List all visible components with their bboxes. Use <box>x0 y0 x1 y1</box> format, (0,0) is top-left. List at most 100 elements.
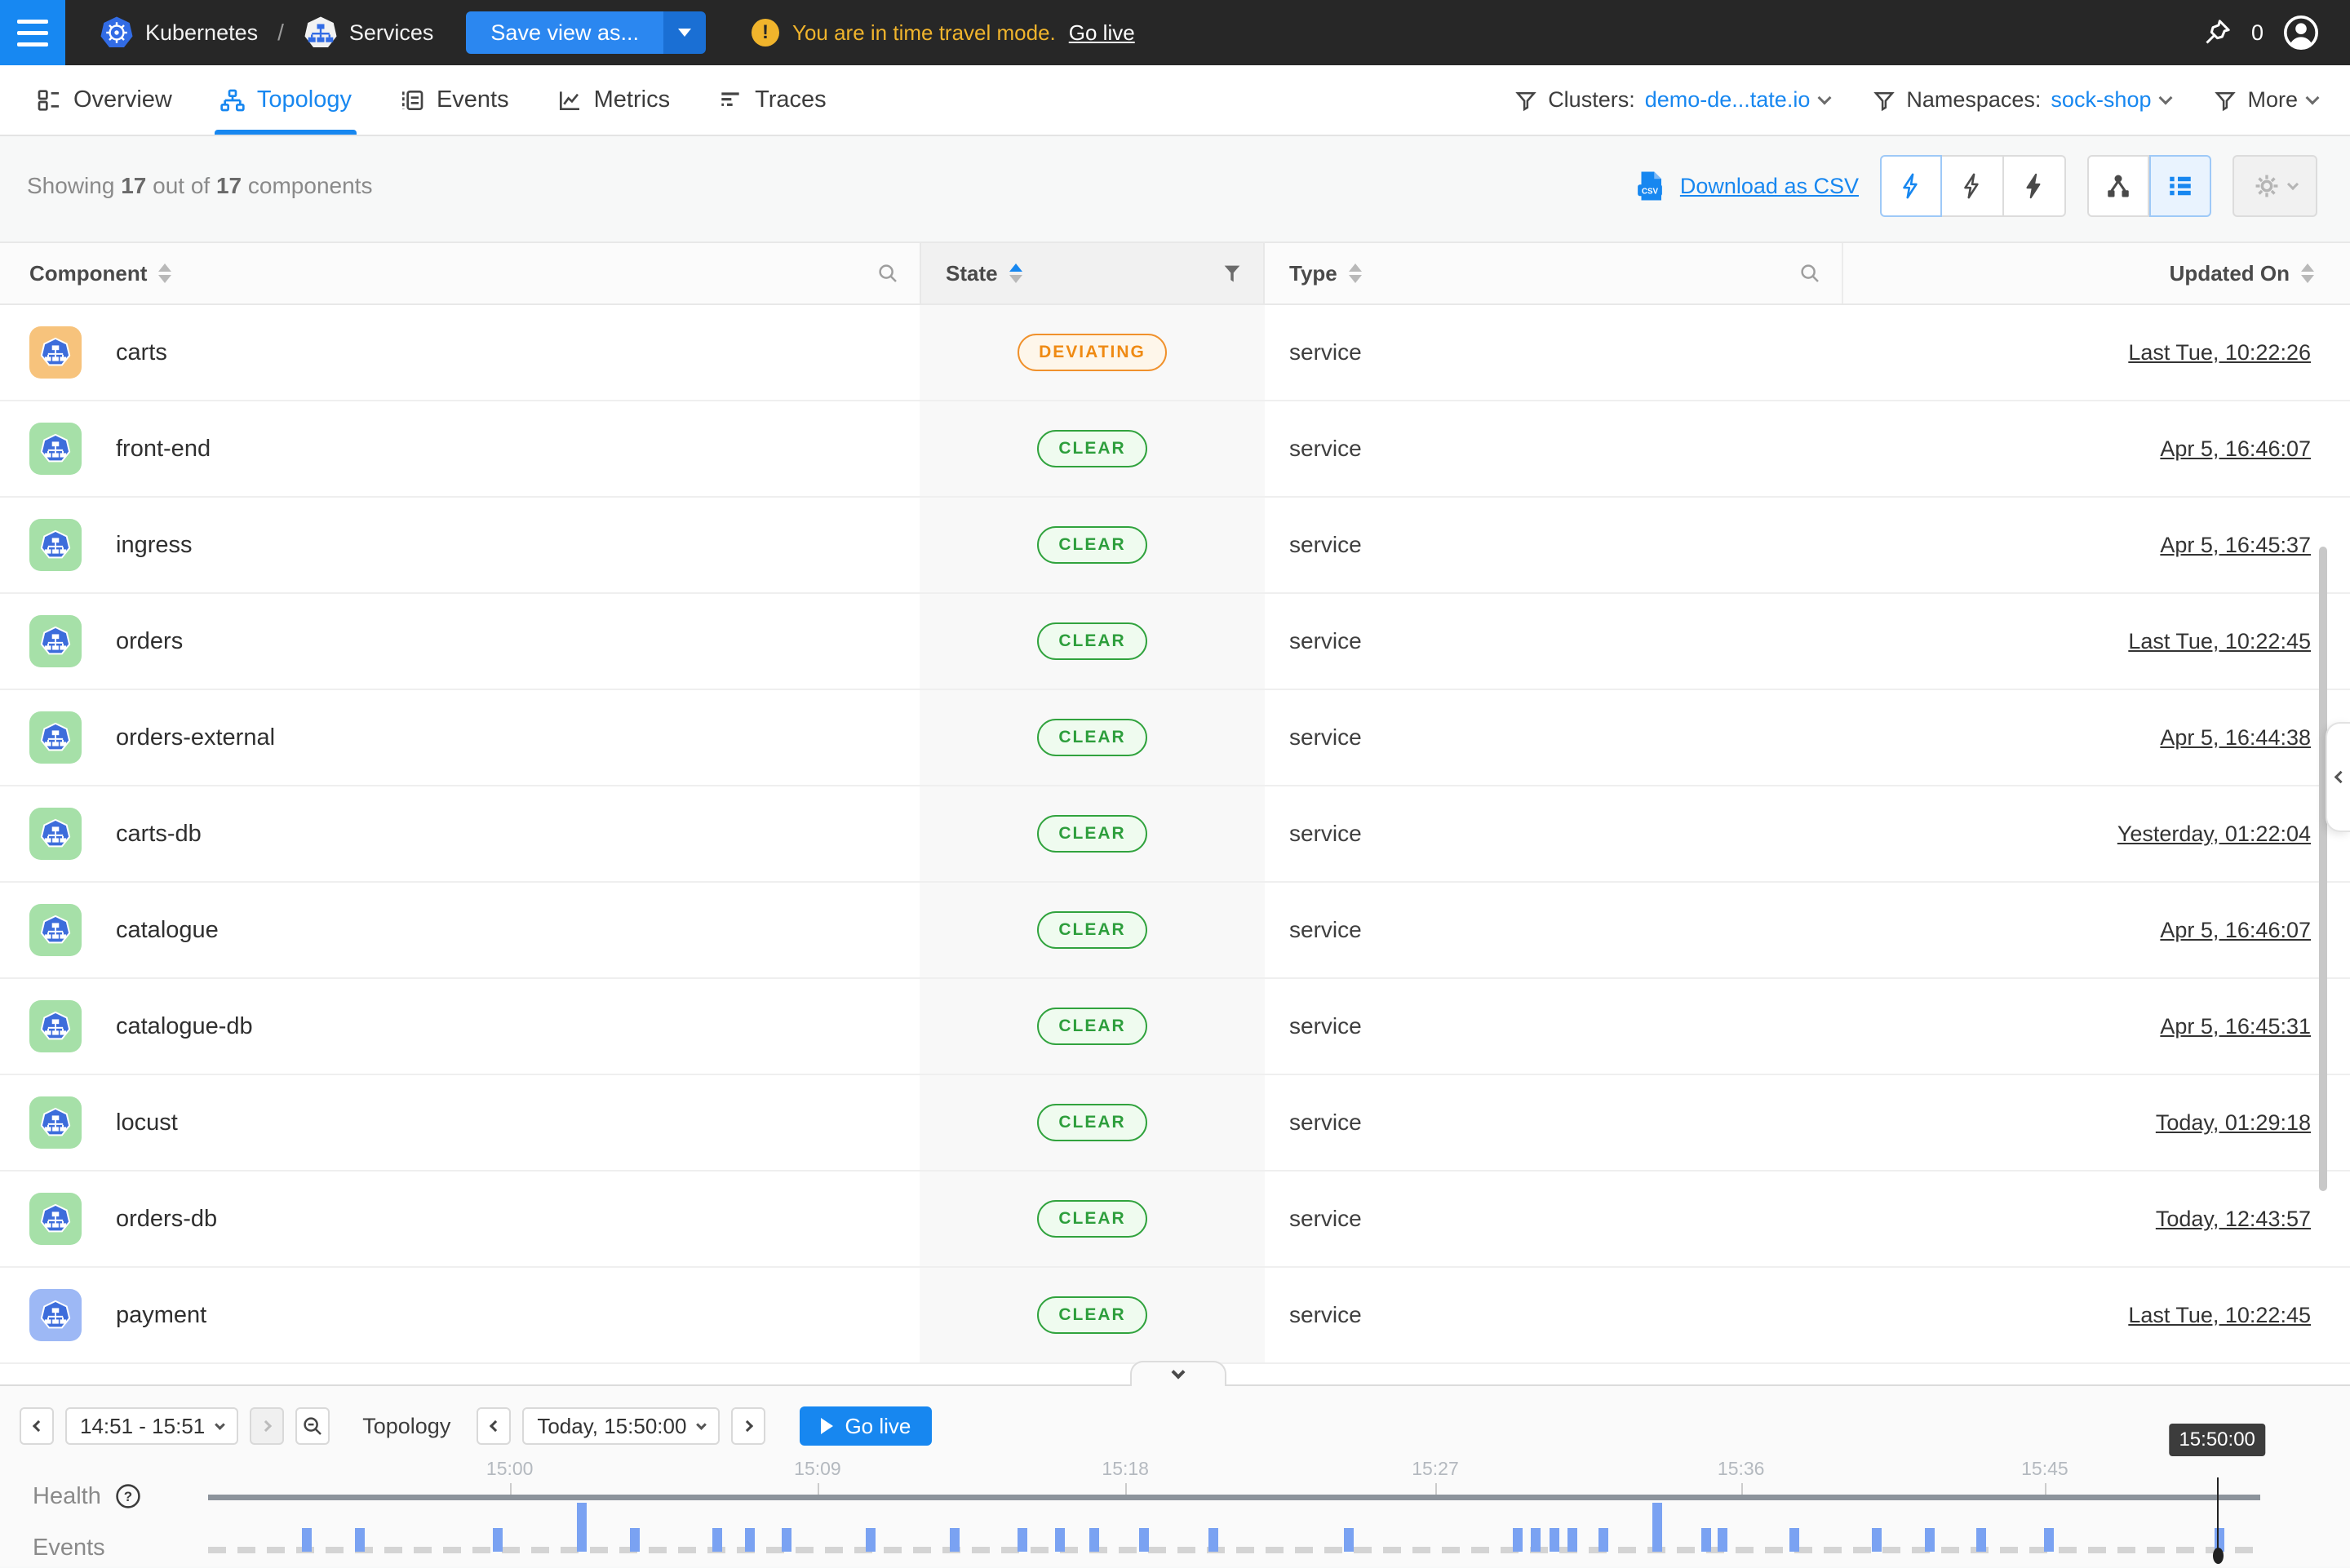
event-bar[interactable] <box>950 1528 960 1552</box>
updated-on-link[interactable]: Apr 5, 16:46:07 <box>2160 436 2311 462</box>
event-bar[interactable] <box>493 1528 503 1552</box>
show-problems-outline-dark-button[interactable] <box>1942 155 2004 217</box>
user-avatar-button[interactable] <box>2281 13 2321 52</box>
playhead-handle[interactable] <box>2213 1548 2224 1564</box>
event-bar[interactable] <box>1055 1528 1065 1552</box>
event-bar[interactable] <box>1789 1528 1799 1552</box>
download-csv-link[interactable]: CSV Download as CSV <box>1633 169 1859 203</box>
table-row[interactable]: ingress CLEAR service Apr 5, 16:45:37 <box>0 498 2350 594</box>
save-view-caret-button[interactable] <box>663 11 706 54</box>
event-bar[interactable] <box>1976 1528 1986 1552</box>
range-back-button[interactable] <box>20 1407 54 1445</box>
component-cell[interactable]: orders <box>0 594 920 689</box>
event-bar[interactable] <box>1089 1528 1099 1552</box>
table-row[interactable]: locust CLEAR service Today, 01:29:18 <box>0 1075 2350 1172</box>
component-cell[interactable]: orders-external <box>0 690 920 785</box>
event-bar[interactable] <box>1018 1528 1027 1552</box>
show-problems-filled-button[interactable] <box>2004 155 2066 217</box>
event-bar[interactable] <box>1531 1528 1541 1552</box>
table-row[interactable]: catalogue-db CLEAR service Apr 5, 16:45:… <box>0 979 2350 1075</box>
column-header-type[interactable]: Type <box>1265 243 1842 303</box>
namespaces-filter[interactable]: Namespaces: sock-shop <box>1872 87 2170 113</box>
event-bar[interactable] <box>1139 1528 1149 1552</box>
event-bar[interactable] <box>577 1503 587 1552</box>
component-name[interactable]: ingress <box>116 532 193 559</box>
playhead-time-flag[interactable]: 15:50:00 <box>2169 1424 2264 1456</box>
playhead-line[interactable] <box>2217 1477 2219 1555</box>
component-cell[interactable]: carts <box>0 305 920 400</box>
table-row[interactable]: payment CLEAR service Last Tue, 10:22:45 <box>0 1268 2350 1364</box>
event-bar[interactable] <box>1925 1528 1935 1552</box>
component-name[interactable]: carts-db <box>116 821 202 848</box>
vertical-scrollbar[interactable] <box>2319 547 2327 1191</box>
hamburger-menu-button[interactable] <box>0 0 65 65</box>
component-name[interactable]: catalogue <box>116 917 219 944</box>
sort-component[interactable] <box>158 264 171 283</box>
event-bar[interactable] <box>630 1528 640 1552</box>
topology-view-button[interactable] <box>2087 155 2149 217</box>
event-bar[interactable] <box>1513 1528 1523 1552</box>
list-view-button[interactable] <box>2149 155 2211 217</box>
event-bar[interactable] <box>1598 1528 1608 1552</box>
search-type-icon[interactable] <box>1798 261 1842 286</box>
updated-on-link[interactable]: Today, 01:29:18 <box>2156 1110 2311 1136</box>
updated-on-link[interactable]: Apr 5, 16:45:31 <box>2160 1014 2311 1039</box>
component-name[interactable]: payment <box>116 1302 206 1329</box>
timeline-collapse-button[interactable] <box>1130 1361 1226 1386</box>
updated-on-link[interactable]: Today, 12:43:57 <box>2156 1207 2311 1232</box>
event-bar[interactable] <box>1567 1528 1577 1552</box>
table-row[interactable]: orders-db CLEAR service Today, 12:43:57 <box>0 1172 2350 1268</box>
updated-on-link[interactable]: Last Tue, 10:22:45 <box>2128 1303 2311 1328</box>
event-bar[interactable] <box>1208 1528 1218 1552</box>
event-bar[interactable] <box>2044 1528 2054 1552</box>
event-bar[interactable] <box>355 1528 365 1552</box>
event-bar[interactable] <box>866 1528 876 1552</box>
view-settings-button[interactable] <box>2232 155 2317 217</box>
updated-on-link[interactable]: Yesterday, 01:22:04 <box>2117 822 2311 847</box>
clusters-filter[interactable]: Clusters: demo-de...tate.io <box>1514 87 1829 113</box>
component-cell[interactable]: payment <box>0 1268 920 1362</box>
timeline-plot[interactable]: 15:0015:0915:1815:2715:3615:45 15:50:00 <box>208 1386 2260 1568</box>
component-name[interactable]: carts <box>116 339 167 366</box>
search-component-icon[interactable] <box>876 261 920 286</box>
component-name[interactable]: orders-db <box>116 1206 217 1233</box>
event-bar[interactable] <box>1701 1528 1711 1552</box>
event-bar[interactable] <box>1718 1528 1727 1552</box>
component-name[interactable]: catalogue-db <box>116 1013 253 1040</box>
component-name[interactable]: orders <box>116 628 183 655</box>
updated-on-link[interactable]: Apr 5, 16:44:38 <box>2160 725 2311 751</box>
component-cell[interactable]: catalogue <box>0 883 920 977</box>
event-bar[interactable] <box>1652 1503 1662 1552</box>
show-problems-outline-button[interactable] <box>1880 155 1942 217</box>
column-header-updated-on[interactable]: Updated On <box>1842 243 2350 303</box>
tab-metrics[interactable]: Metrics <box>556 65 670 135</box>
component-cell[interactable]: catalogue-db <box>0 979 920 1074</box>
event-bar[interactable] <box>782 1528 791 1552</box>
event-bar[interactable] <box>745 1528 755 1552</box>
sort-type[interactable] <box>1349 264 1362 283</box>
table-row[interactable]: catalogue CLEAR service Apr 5, 16:46:07 <box>0 883 2350 979</box>
updated-on-link[interactable]: Last Tue, 10:22:45 <box>2128 629 2311 654</box>
help-icon[interactable]: ? <box>114 1482 142 1510</box>
table-row[interactable]: orders CLEAR service Last Tue, 10:22:45 <box>0 594 2350 690</box>
component-cell[interactable]: ingress <box>0 498 920 592</box>
component-cell[interactable]: locust <box>0 1075 920 1170</box>
component-cell[interactable]: carts-db <box>0 786 920 881</box>
breadcrumb-kubernetes[interactable]: Kubernetes <box>100 16 258 50</box>
component-name[interactable]: locust <box>116 1110 178 1136</box>
column-header-state[interactable]: State <box>920 243 1265 303</box>
updated-on-link[interactable]: Apr 5, 16:46:07 <box>2160 918 2311 943</box>
event-bar[interactable] <box>712 1528 722 1552</box>
breadcrumb-services[interactable]: Services <box>304 16 434 50</box>
filter-state-icon[interactable] <box>1221 262 1263 285</box>
event-bar[interactable] <box>1872 1528 1882 1552</box>
event-bar[interactable] <box>1550 1528 1559 1552</box>
sort-state[interactable] <box>1009 264 1022 283</box>
column-header-component[interactable]: Component <box>0 243 920 303</box>
updated-on-link[interactable]: Apr 5, 16:45:37 <box>2160 533 2311 558</box>
tab-events[interactable]: Events <box>399 65 509 135</box>
pin-button[interactable] <box>2201 16 2233 49</box>
table-row[interactable]: orders-external CLEAR service Apr 5, 16:… <box>0 690 2350 786</box>
component-name[interactable]: front-end <box>116 436 211 463</box>
tab-overview[interactable]: Overview <box>36 65 172 135</box>
